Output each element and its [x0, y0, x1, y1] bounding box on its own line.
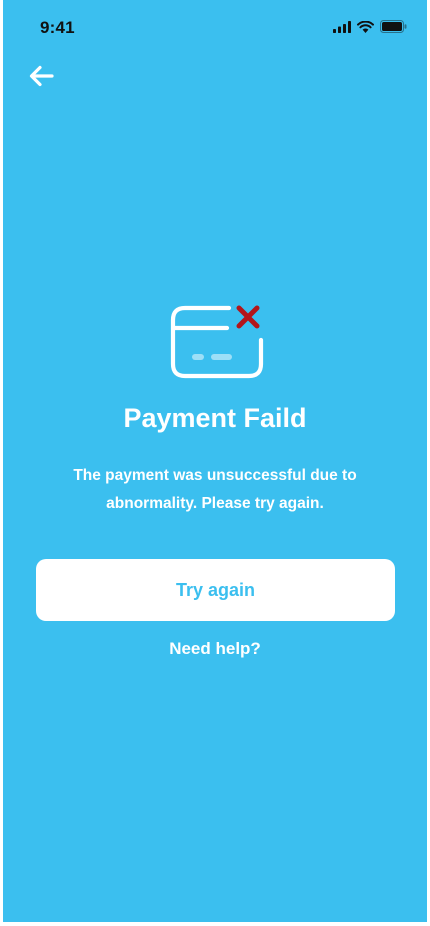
status-time: 9:41	[40, 18, 75, 37]
arrow-left-icon	[29, 65, 54, 87]
try-again-button[interactable]: Try again	[36, 559, 395, 621]
wifi-icon	[357, 20, 374, 33]
back-button[interactable]	[23, 60, 59, 92]
status-bar: 9:41	[3, 0, 427, 56]
page-title: Payment Faild	[123, 403, 307, 433]
cellular-signal-icon	[333, 20, 351, 33]
credit-card-failed-icon	[170, 305, 264, 379]
error-x-icon	[236, 305, 260, 329]
status-icons	[333, 20, 407, 33]
help-link-row: Need help?	[3, 639, 427, 659]
payment-failed-screen: 9:41 Payment Faild The payment was unsuc…	[3, 0, 427, 922]
error-message: The payment was unsuccessful due to abno…	[73, 467, 357, 512]
battery-icon	[380, 20, 407, 33]
need-help-link[interactable]: Need help?	[169, 639, 261, 658]
